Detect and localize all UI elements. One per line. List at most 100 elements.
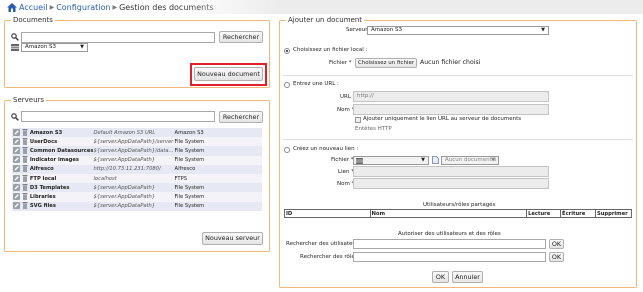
link-document-select[interactable]: Aucun document li ▼ xyxy=(441,156,499,165)
col-read-header: Lecture xyxy=(526,209,562,218)
permissions-table: ID Nom Lecture Écriture Supprimer xyxy=(284,209,633,218)
server-name[interactable]: UserDocs xyxy=(29,137,94,147)
dropdown-arrow-icon: ▼ xyxy=(541,27,545,33)
server-row[interactable]: Common Datasources ${server.AppDataPath}/… xyxy=(12,146,262,156)
search-roles-ok-button[interactable]: OK xyxy=(549,252,564,262)
section-divider xyxy=(283,139,633,140)
dropdown-arrow-icon: ▼ xyxy=(491,157,495,163)
search-users-input[interactable] xyxy=(353,239,546,249)
http-headers-link[interactable]: Entêtes HTTP xyxy=(355,126,392,133)
document-icon xyxy=(432,156,439,164)
link-label: Lien * xyxy=(338,169,354,175)
col-name-header: Nom xyxy=(369,209,528,218)
server-url: Default Amazon S3 URL xyxy=(93,128,174,138)
server-row[interactable]: Amazon S3 Default Amazon S3 URL Amazon S3 xyxy=(12,128,262,138)
link-name-input[interactable] xyxy=(353,178,549,189)
server-name[interactable]: Common Datasources xyxy=(29,146,94,156)
url-radio[interactable] xyxy=(284,82,290,88)
server-list-icon xyxy=(356,158,363,164)
server-type: Alfresco xyxy=(173,164,262,174)
edit-icon[interactable] xyxy=(13,183,20,191)
link-server-select[interactable]: ▼ xyxy=(353,156,429,165)
server-name[interactable]: D3 Templates xyxy=(29,183,94,193)
search-users-label: Rechercher des utilisateurs xyxy=(286,241,361,247)
search-roles-input[interactable] xyxy=(353,252,546,262)
server-type: File System xyxy=(173,155,262,165)
servers-legend: Serveurs xyxy=(11,96,47,105)
trash-icon[interactable] xyxy=(22,165,28,173)
edit-icon[interactable] xyxy=(13,174,20,182)
trash-icon[interactable] xyxy=(22,156,28,164)
edit-icon[interactable] xyxy=(13,128,20,136)
edit-icon[interactable] xyxy=(13,137,20,145)
servers-search-button[interactable]: Rechercher xyxy=(219,111,263,123)
row-actions xyxy=(12,128,30,138)
url-input[interactable]: http:// xyxy=(353,91,549,102)
server-name[interactable]: Alfresco xyxy=(29,164,94,174)
server-row[interactable]: SVG files ${server.AppDataPath} File Syste… xyxy=(12,201,262,211)
server-row[interactable]: FTP local localhost FTPS xyxy=(12,173,262,184)
breadcrumb-home-link[interactable]: Accueil xyxy=(19,3,48,12)
choose-file-button[interactable]: Choisissez un fichier xyxy=(355,58,417,68)
new-link-radio[interactable] xyxy=(284,147,290,153)
url-name-input[interactable] xyxy=(353,104,549,115)
url-only-checkbox[interactable] xyxy=(355,117,361,123)
server-select-value: Amazon S3 xyxy=(371,27,402,33)
breadcrumb-configuration-link[interactable]: Configuration xyxy=(56,3,110,12)
col-delete-header: Supprimer xyxy=(594,209,633,218)
server-type: File System xyxy=(173,192,262,202)
col-id-header: ID xyxy=(284,209,371,218)
trash-icon[interactable] xyxy=(22,137,28,145)
link-file-label: Fichier * xyxy=(331,157,354,163)
server-row[interactable]: Indicator images ${server.AppDataPath} Fil… xyxy=(12,155,262,165)
ok-button[interactable]: OK xyxy=(432,271,449,283)
documents-search-button[interactable]: Rechercher xyxy=(219,31,263,43)
row-actions xyxy=(12,137,30,147)
edit-icon[interactable] xyxy=(13,192,20,200)
home-icon[interactable] xyxy=(7,3,17,12)
breadcrumb-separator-icon: ▶ xyxy=(112,4,118,11)
local-file-radio[interactable] xyxy=(284,48,290,54)
server-row[interactable]: D3 Templates ${server.AppDataPath} File Sy… xyxy=(12,183,262,193)
trash-icon[interactable] xyxy=(22,174,28,182)
servers-search-input[interactable] xyxy=(21,111,215,122)
search-users-ok-button[interactable]: OK xyxy=(549,239,564,249)
trash-icon[interactable] xyxy=(22,192,28,200)
server-url: ${server.AppDataPath}/server xyxy=(93,137,174,147)
header-decoration xyxy=(180,0,280,14)
server-row[interactable]: Libraries ${server.AppDataPath} File Syste… xyxy=(12,192,262,202)
dropdown-arrow-icon: ▼ xyxy=(80,44,84,50)
search-icon xyxy=(11,113,19,121)
server-type: File System xyxy=(173,146,262,156)
server-name[interactable]: FTP local xyxy=(29,173,94,184)
breadcrumb-separator-icon: ▶ xyxy=(49,4,55,11)
trash-icon[interactable] xyxy=(22,183,28,191)
trash-icon[interactable] xyxy=(22,202,28,210)
link-input[interactable] xyxy=(353,166,549,177)
edit-icon[interactable] xyxy=(13,202,20,210)
trash-icon[interactable] xyxy=(22,128,28,136)
row-actions xyxy=(12,155,30,165)
permissions-header-row: ID Nom Lecture Écriture Supprimer xyxy=(284,209,633,218)
edit-icon[interactable] xyxy=(13,156,20,164)
cancel-button[interactable]: Annuler xyxy=(452,271,483,283)
server-type: Amazon S3 xyxy=(173,128,262,138)
server-filter-select[interactable]: Amazon S3 ▼ xyxy=(21,43,88,52)
server-name[interactable]: SVG files xyxy=(29,201,94,211)
edit-icon[interactable] xyxy=(13,165,20,173)
new-link-label: Créez un nouveau lien : xyxy=(293,146,359,152)
server-row[interactable]: Alfresco http://10.73.11.231:7080/Alfresc… xyxy=(12,164,262,174)
server-name[interactable]: Libraries xyxy=(29,192,94,202)
documents-search-input[interactable] xyxy=(21,32,215,43)
new-server-button[interactable]: Nouveau serveur xyxy=(202,232,263,245)
server-name[interactable]: Indicator images xyxy=(29,155,94,165)
trash-icon[interactable] xyxy=(22,146,28,154)
server-select[interactable]: Amazon S3 ▼ xyxy=(367,26,549,35)
new-document-button[interactable]: Nouveau document xyxy=(194,67,263,81)
server-name[interactable]: Amazon S3 xyxy=(29,128,94,138)
edit-icon[interactable] xyxy=(13,146,20,154)
file-label: Fichier * xyxy=(329,60,352,66)
local-file-label: Choisissez un fichier local : xyxy=(293,47,368,53)
server-row[interactable]: UserDocs ${server.AppDataPath}/server File… xyxy=(12,137,262,147)
no-file-chosen-text: Aucun fichier choisi xyxy=(420,59,481,66)
